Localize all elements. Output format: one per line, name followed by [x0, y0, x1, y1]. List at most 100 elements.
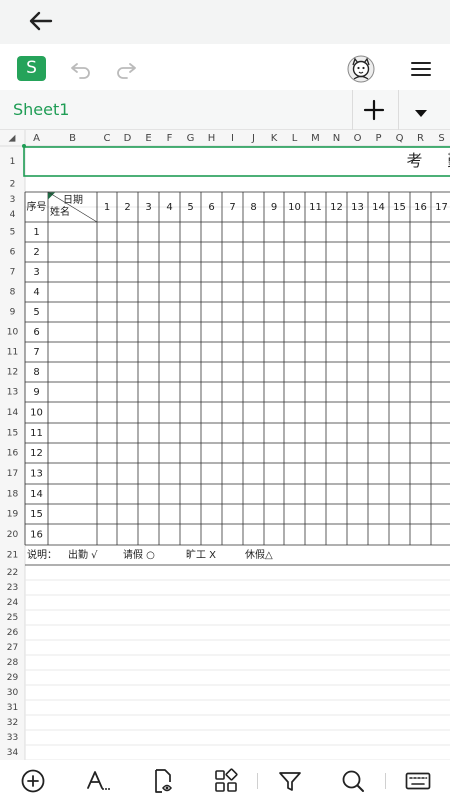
apps-icon[interactable]: [211, 766, 241, 796]
seq-number: 3: [33, 267, 39, 278]
sheet-list-dropdown-icon[interactable]: [413, 104, 429, 117]
legend-label: 说明：: [27, 548, 57, 561]
seq-number: 4: [33, 287, 39, 298]
row-header-14[interactable]: 14: [7, 408, 19, 418]
day-header-10: 10: [288, 202, 301, 213]
avatar-icon[interactable]: [347, 55, 375, 83]
row-header-25[interactable]: 25: [7, 613, 18, 623]
day-header-17: 17: [435, 202, 448, 213]
row-header-2[interactable]: 2: [10, 180, 16, 190]
row-header-11[interactable]: 11: [7, 348, 18, 358]
column-header-f[interactable]: F: [167, 133, 173, 144]
column-header-r[interactable]: R: [417, 133, 424, 144]
seq-number: 10: [30, 408, 43, 419]
redo-icon[interactable]: [114, 58, 138, 80]
selected-cell-a1[interactable]: [23, 146, 450, 177]
seq-number: 5: [33, 307, 39, 318]
column-header-k[interactable]: K: [271, 133, 278, 144]
day-header-5: 5: [187, 202, 193, 213]
divider: [385, 773, 386, 789]
column-header-g[interactable]: G: [187, 133, 195, 144]
row-header-19[interactable]: 19: [7, 510, 19, 520]
toolbar: [0, 44, 450, 92]
legend-item: 旷工 X: [186, 549, 216, 561]
seq-number: 14: [30, 489, 43, 500]
row-header-13[interactable]: 13: [7, 388, 18, 398]
row-header-22[interactable]: 22: [7, 568, 18, 578]
row-header-9[interactable]: 9: [10, 308, 16, 318]
row-header-7[interactable]: 7: [10, 268, 16, 278]
row-header-23[interactable]: 23: [7, 583, 18, 593]
column-header-band: [0, 130, 450, 146]
day-header-4: 4: [166, 202, 172, 213]
grid-canvas[interactable]: ◢ A B C D E F G H I J K L M N O P Q R S12345678910111213141…: [0, 130, 450, 760]
add-sheet-icon[interactable]: [363, 99, 385, 121]
row-header-24[interactable]: 24: [7, 598, 19, 608]
row-header-20[interactable]: 20: [7, 530, 19, 540]
column-header-e[interactable]: E: [145, 133, 151, 144]
legend-item: 请假 ○: [123, 548, 155, 561]
column-header-a[interactable]: A: [33, 133, 40, 144]
spreadsheet-grid[interactable]: ◢ A B C D E F G H I J K L M N O P Q R S 1 2 3 4 5 6 7 8 9 10 11 12 13 14 1…: [0, 130, 450, 760]
row-header-26[interactable]: 26: [7, 628, 19, 638]
column-header-p[interactable]: P: [375, 133, 381, 144]
row-header-12[interactable]: 12: [7, 368, 18, 378]
app-logo: S: [17, 56, 46, 81]
row-header-28[interactable]: 28: [7, 658, 19, 668]
divider: [352, 90, 353, 130]
column-header-m[interactable]: M: [311, 133, 320, 144]
column-header-h[interactable]: H: [208, 133, 216, 144]
seq-number: 15: [30, 509, 43, 520]
menu-icon[interactable]: [409, 58, 433, 80]
keyboard-icon[interactable]: [403, 766, 433, 796]
diagonal-header-date: 日期: [63, 194, 83, 206]
column-header-q[interactable]: Q: [396, 133, 404, 144]
text-format-icon[interactable]: [82, 766, 112, 796]
row-header-8[interactable]: 8: [10, 288, 16, 298]
column-header-j[interactable]: J: [251, 133, 255, 144]
row-header-15[interactable]: 15: [7, 429, 18, 439]
seq-number: 16: [30, 530, 43, 541]
column-header-c[interactable]: C: [104, 133, 111, 144]
column-header-o[interactable]: O: [354, 133, 362, 144]
day-header-2: 2: [124, 202, 130, 213]
row-header-30[interactable]: 30: [7, 688, 19, 698]
row-header-31[interactable]: 31: [7, 703, 18, 713]
row-header-5[interactable]: 5: [10, 228, 16, 238]
column-header-n[interactable]: N: [333, 133, 340, 144]
row-header-16[interactable]: 16: [7, 449, 19, 459]
row-header-17[interactable]: 17: [7, 469, 18, 479]
selection-handle[interactable]: [22, 144, 26, 148]
day-header-11: 11: [309, 202, 322, 213]
day-header-15: 15: [393, 202, 406, 213]
day-header-16: 16: [414, 202, 427, 213]
filter-icon[interactable]: [275, 766, 305, 796]
back-arrow-icon[interactable]: [26, 8, 56, 34]
seq-number: 2: [33, 247, 39, 258]
sheet-tab-sheet1[interactable]: Sheet1: [0, 90, 69, 130]
column-header-i[interactable]: I: [231, 133, 234, 144]
row-header-6[interactable]: 6: [10, 248, 16, 258]
column-header-s[interactable]: S: [438, 133, 444, 144]
sheet-title: 考 勤: [406, 151, 450, 170]
row-header-1[interactable]: 1: [10, 157, 16, 167]
column-header-d[interactable]: D: [124, 133, 132, 144]
view-file-icon[interactable]: [148, 766, 178, 796]
column-header-l[interactable]: L: [292, 133, 298, 144]
row-header-21[interactable]: 21: [7, 551, 18, 561]
undo-icon[interactable]: [69, 58, 93, 80]
row-header-10[interactable]: 10: [7, 328, 19, 338]
row-header-18[interactable]: 18: [7, 490, 19, 500]
insert-icon[interactable]: [18, 766, 48, 796]
row-header-29[interactable]: 29: [7, 673, 19, 683]
row-header-33[interactable]: 33: [7, 733, 18, 743]
row-header-4[interactable]: 4: [10, 210, 16, 220]
row-header-27[interactable]: 27: [7, 643, 18, 653]
row-header-34[interactable]: 34: [7, 748, 19, 758]
search-icon[interactable]: [338, 766, 368, 796]
row-header-32[interactable]: 32: [7, 718, 18, 728]
row-header-3[interactable]: 3: [10, 195, 16, 205]
column-header-b[interactable]: B: [69, 133, 76, 144]
diagonal-header-name: 姓名: [50, 205, 70, 218]
select-all-corner: ◢: [9, 134, 16, 144]
